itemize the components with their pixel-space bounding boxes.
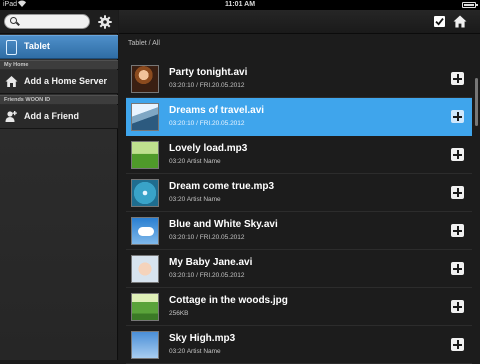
sidebar-item-add-home-server[interactable]: Add a Home Server (0, 70, 118, 94)
add-icon[interactable] (451, 110, 464, 123)
item-meta: 256KB (169, 310, 189, 317)
travel-thumbnail (131, 103, 159, 131)
home-server-icon (5, 76, 18, 87)
section-header-my-home: My Home (0, 60, 118, 69)
party-thumbnail (131, 65, 159, 93)
sidebar-item-tablet[interactable]: Tablet (0, 35, 118, 59)
baby-thumbnail (131, 255, 159, 283)
add-icon[interactable] (451, 148, 464, 161)
sidebar-item-label: Add a Friend (24, 111, 80, 121)
list-item[interactable]: Cottage in the woods.jpg 256KB (126, 288, 472, 326)
sidebar: Tablet My Home Add a Home Server Friends… (0, 10, 118, 360)
search-bar (0, 10, 118, 34)
field-thumbnail (131, 141, 159, 169)
sidebar-item-label: Tablet (24, 41, 50, 51)
item-name: My Baby Jane.avi (169, 257, 253, 268)
item-name: Lovely load.mp3 (169, 143, 248, 154)
item-meta: 03:20:10 / FRI.20.05.2012 (169, 82, 245, 89)
tablet-icon (6, 40, 17, 55)
home-icon[interactable] (453, 15, 467, 28)
item-meta: 03:20 Artist Name (169, 348, 221, 355)
search-input[interactable] (19, 16, 85, 27)
item-name: Party tonight.avi (169, 67, 248, 78)
add-icon[interactable] (451, 300, 464, 313)
cottage-thumbnail (131, 293, 159, 321)
gear-icon[interactable] (98, 15, 112, 29)
item-name: Blue and White Sky.avi (169, 219, 278, 230)
add-icon[interactable] (451, 262, 464, 275)
list-item[interactable]: Party tonight.avi 03:20:10 / FRI.20.05.2… (126, 60, 472, 98)
item-meta: 03:20:10 / FRI.20.05.2012 (169, 120, 245, 127)
breadcrumb: Tablet / All (128, 40, 160, 47)
item-meta: 03:20:10 / FRI.20.05.2012 (169, 234, 245, 241)
sidebar-item-add-friend[interactable]: Add a Friend (0, 105, 118, 129)
item-meta: 03:20 Artist Name (169, 158, 221, 165)
item-name: Dreams of travel.avi (169, 105, 265, 116)
search-field[interactable] (4, 14, 90, 29)
item-name: Cottage in the woods.jpg (169, 295, 288, 306)
sidebar-item-label: Add a Home Server (24, 76, 108, 86)
list-item[interactable]: Sky High.mp3 03:20 Artist Name (126, 326, 472, 364)
flower-thumbnail (131, 179, 159, 207)
add-icon[interactable] (451, 72, 464, 85)
select-all-icon[interactable] (434, 16, 445, 27)
item-name: Sky High.mp3 (169, 333, 236, 344)
list-item[interactable]: Blue and White Sky.avi 03:20:10 / FRI.20… (126, 212, 472, 250)
status-bar: iPad 11:01 AM (0, 0, 480, 10)
add-friend-icon (5, 111, 17, 122)
main-panel: Tablet / All Party tonight.avi 03:20:10 … (119, 10, 480, 364)
item-meta: 03:20:10 / FRI.20.05.2012 (169, 272, 245, 279)
toolbar (119, 10, 480, 34)
clock: 11:01 AM (224, 1, 256, 8)
list-item[interactable]: Dream come true.mp3 03:20 Artist Name (126, 174, 472, 212)
item-name: Dream come true.mp3 (169, 181, 275, 192)
add-icon[interactable] (451, 338, 464, 351)
list-item[interactable]: Lovely load.mp3 03:20 Artist Name (126, 136, 472, 174)
search-icon (10, 17, 17, 24)
scrollbar[interactable] (475, 78, 478, 126)
item-meta: 03:20 Artist Name (169, 196, 221, 203)
battery-icon (462, 2, 478, 8)
list-item-selected[interactable]: Dreams of travel.avi 03:20:10 / FRI.20.0… (126, 98, 472, 136)
clouds-thumbnail (131, 331, 159, 359)
section-header-friends: Friends WOON ID (0, 95, 118, 104)
add-icon[interactable] (451, 224, 464, 237)
list-item[interactable]: My Baby Jane.avi 03:20:10 / FRI.20.05.20… (126, 250, 472, 288)
sky-thumbnail (131, 217, 159, 245)
add-icon[interactable] (451, 186, 464, 199)
